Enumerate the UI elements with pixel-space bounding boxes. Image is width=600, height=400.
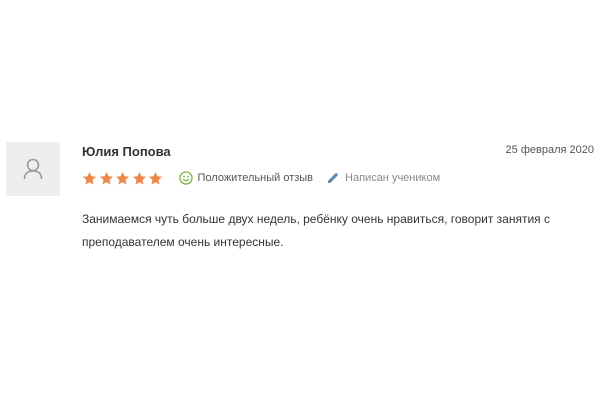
avatar bbox=[6, 142, 60, 196]
author-name: Юлия Попова bbox=[82, 144, 171, 159]
written-by-badge: Написан учеником bbox=[326, 171, 440, 185]
star-icon bbox=[115, 171, 130, 184]
star-icon bbox=[99, 171, 113, 184]
positive-review-label: Положительный отзыв bbox=[197, 172, 314, 184]
star-rating bbox=[82, 171, 165, 186]
review-card: Юлия Попова 25 февраля 2020 Положительны… bbox=[6, 142, 596, 262]
positive-review-badge: Положительный отзыв bbox=[178, 171, 314, 185]
review-date: 25 февраля 2020 bbox=[505, 144, 594, 156]
written-by-label: Написан учеником bbox=[345, 172, 441, 184]
smiley-icon bbox=[178, 171, 193, 185]
star-icon bbox=[82, 171, 97, 184]
star-icon bbox=[132, 171, 146, 184]
pencil-icon bbox=[328, 172, 339, 183]
star-icon bbox=[148, 171, 163, 184]
review-content: Юлия Попова 25 февраля 2020 Положительны… bbox=[82, 142, 596, 249]
review-header: Юлия Попова 25 февраля 2020 bbox=[82, 142, 596, 162]
user-icon bbox=[23, 158, 43, 180]
review-text: Занимаемся чуть больше двух недель, ребё… bbox=[82, 212, 550, 249]
review-meta: Положительный отзыв Написан учеником bbox=[82, 169, 440, 187]
